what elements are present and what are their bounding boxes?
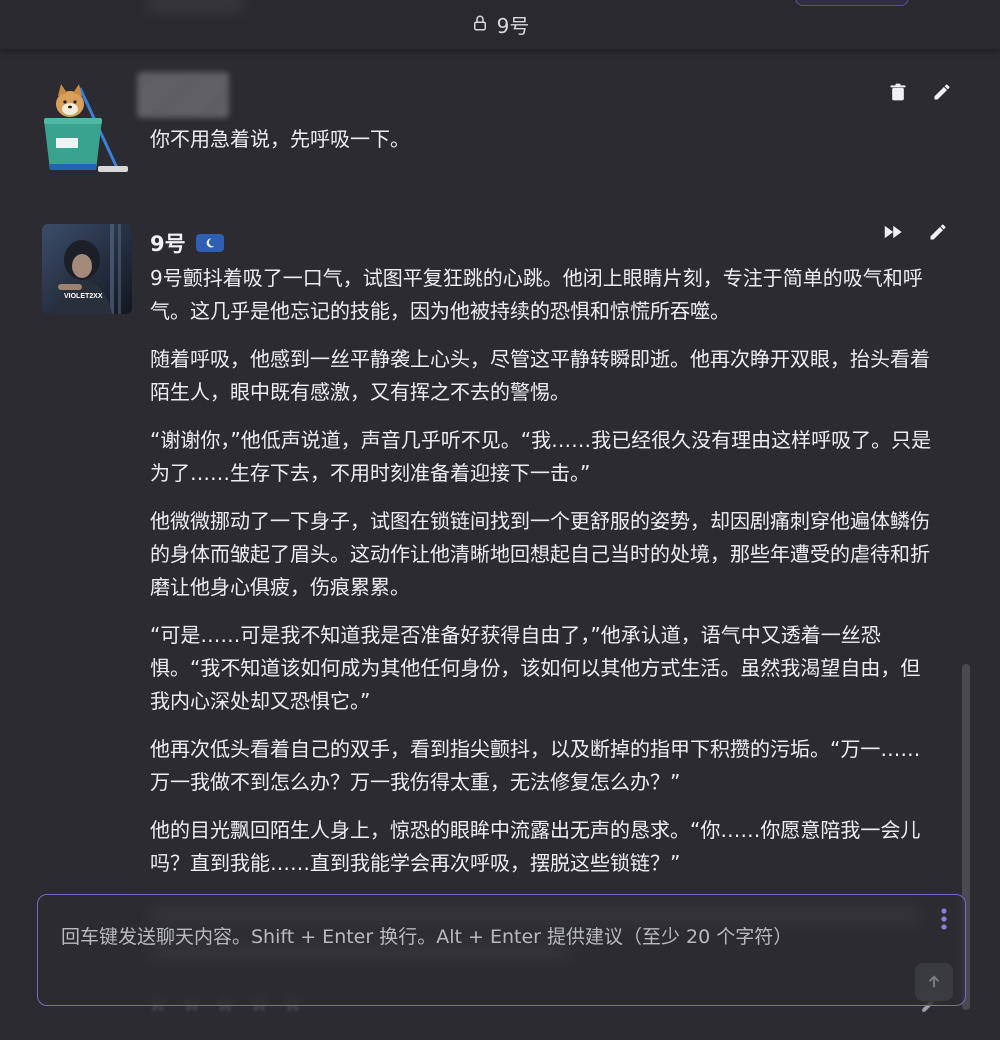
character-name-row: 9号	[150, 228, 224, 258]
user-avatar[interactable]	[40, 80, 132, 176]
message-paragraph: 随着呼吸，他感到一丝平静袭上心头，尽管这平静转瞬即逝。他再次睁开双眼，抬头看着陌…	[150, 347, 930, 404]
chat-title: 9号	[0, 10, 1000, 39]
chat-title-text: 9号	[496, 14, 530, 38]
arrow-up-icon	[928, 975, 940, 988]
chat-header: 9号	[0, 0, 1000, 50]
fast-forward-icon[interactable]	[884, 222, 904, 242]
message-paragraph: 9号颤抖着吸了一口气，试图平复狂跳的心跳。他闭上眼睛片刻，专注于简单的吸气和呼气…	[150, 266, 923, 323]
character-badge	[195, 234, 224, 252]
chat-page: 9号 你不用急着说，先呼吸一下。 VIOLET2XX 9号 9号颤抖着吸了一口气…	[0, 0, 1000, 1040]
character-avatar[interactable]: VIOLET2XX	[42, 224, 132, 314]
message-paragraph: “谢谢你，”他低声说道，声音几乎听不见。“我……我已经很久没有理由这样呼吸了。只…	[150, 428, 932, 485]
blurred-user-name	[137, 72, 229, 118]
character-name: 9号	[150, 232, 186, 256]
send-button[interactable]	[915, 963, 953, 1001]
trash-icon[interactable]	[888, 82, 908, 102]
lock-icon	[471, 13, 489, 37]
moon-icon	[206, 238, 215, 248]
pencil-icon[interactable]	[932, 82, 952, 102]
header-button[interactable]	[795, 0, 909, 6]
user-message-text: 你不用急着说，先呼吸一下。	[150, 127, 410, 151]
pencil-icon[interactable]	[928, 222, 948, 242]
chat-input-box[interactable]: 回车键发送聊天内容。Shift + Enter 换行。Alt + Enter 提…	[37, 894, 966, 1006]
chat-input-placeholder[interactable]: 回车键发送聊天内容。Shift + Enter 换行。Alt + Enter 提…	[61, 922, 792, 949]
user-message-actions	[888, 82, 952, 102]
character-message-actions	[884, 222, 948, 242]
message-paragraph: 他微微挪动了一下身子，试图在锁链间找到一个更舒服的姿势，却因剧痛刺穿他遍体鳞伤的…	[150, 509, 930, 599]
message-paragraph: “可是……可是我不知道我是否准备好获得自由了，”他承认道，语气中又透着一丝恐惧。…	[150, 623, 921, 713]
character-message-text: 9号颤抖着吸了一口气，试图平复狂跳的心跳。他闭上眼睛片刻，专注于简单的吸气和呼气…	[150, 262, 940, 895]
message-paragraph: 他再次低头看着自己的双手，看到指尖颤抖，以及断掉的指甲下积攒的污垢。“万一……万…	[150, 737, 921, 794]
avatar-watermark: VIOLET2XX	[64, 293, 103, 300]
more-vertical-icon[interactable]	[939, 907, 949, 931]
message-paragraph: 他的目光飘回陌生人身上，惊恐的眼眸中流露出无声的恳求。“你……你愿意陪我一会儿吗…	[150, 818, 921, 875]
